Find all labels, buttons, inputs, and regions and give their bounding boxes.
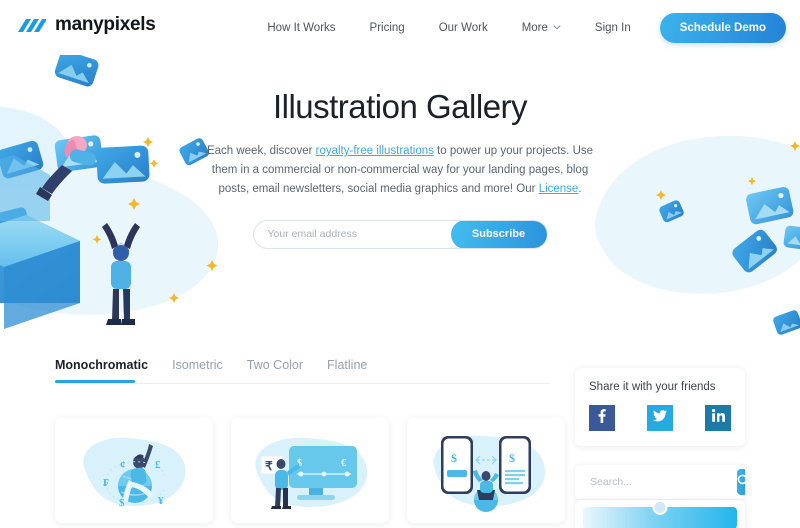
search-button[interactable]	[737, 469, 745, 495]
share-title: Share it with your friends	[589, 381, 716, 393]
nav-pricing[interactable]: Pricing	[353, 22, 422, 34]
hero-desc-part1: Each week, discover	[206, 145, 316, 157]
page-title: Illustration Gallery	[272, 88, 528, 125]
linkedin-share-button[interactable]	[705, 405, 731, 431]
search-panel	[575, 465, 745, 499]
linkedin-icon	[711, 409, 725, 427]
hero-section: Illustration Gallery Each week, discover…	[0, 55, 800, 340]
promo-avatar-dot	[652, 500, 668, 515]
symbol-pound: £	[155, 459, 161, 471]
share-panel: Share it with your friends	[575, 368, 745, 446]
main-navigation: How It Works Pricing Our Work More Sign …	[250, 0, 786, 55]
nav-more[interactable]: More	[505, 22, 578, 34]
facebook-icon	[598, 408, 606, 428]
svg-text:₹: ₹	[265, 459, 273, 473]
category-tabs: Monochromatic Isometric Two Color Flatli…	[55, 358, 555, 384]
site-header: manypixels How It Works Pricing Our Work…	[0, 0, 800, 55]
nav-more-label: More	[521, 21, 548, 34]
brand-name: manypixels	[55, 14, 156, 35]
nav-how-it-works[interactable]: How It Works	[250, 22, 352, 34]
symbol-dollar-left: $	[451, 451, 457, 465]
symbol-cent: ¢	[120, 459, 126, 471]
social-buttons	[589, 405, 731, 431]
tabs-list: Monochromatic Isometric Two Color Flatli…	[55, 358, 555, 383]
promo-gradient-bar	[583, 500, 737, 528]
schedule-demo-button[interactable]: Schedule Demo	[659, 12, 786, 43]
symbol-euro: €	[341, 458, 346, 469]
twitter-icon	[653, 409, 667, 427]
search-input[interactable]	[578, 476, 737, 488]
slash-bars-logo-icon	[14, 17, 46, 34]
license-link[interactable]: License	[539, 183, 579, 195]
subscribe-row: Subscribe	[190, 219, 610, 249]
symbol-franc: ₣	[103, 477, 109, 489]
illustration-money-transfer: $ $	[433, 435, 546, 512]
email-input[interactable]	[253, 220, 451, 248]
page-root: manypixels How It Works Pricing Our Work…	[0, 0, 800, 528]
brand-logo[interactable]: manypixels	[14, 14, 156, 36]
subscribe-form: Subscribe	[252, 219, 548, 249]
nav-sign-in[interactable]: Sign In	[578, 22, 648, 34]
tab-flatline[interactable]: Flatline	[327, 358, 381, 383]
card-currency-exchange-monitor[interactable]: $ € ₹	[231, 418, 389, 523]
promo-card[interactable]	[575, 500, 745, 528]
subscribe-button[interactable]: Subscribe	[450, 220, 547, 248]
twitter-share-button[interactable]	[647, 405, 673, 431]
nav-our-work[interactable]: Our Work	[422, 22, 505, 34]
card-currency-globe[interactable]: ₣ ¢ £ $ ¥	[55, 418, 213, 523]
tabs-divider	[55, 383, 550, 384]
chevron-down-icon	[553, 25, 561, 30]
facebook-share-button[interactable]	[589, 405, 615, 431]
royalty-free-link[interactable]: royalty-free illustrations	[316, 145, 434, 157]
tab-two-color[interactable]: Two Color	[247, 358, 317, 383]
hero-description: Each week, discover royalty-free illustr…	[190, 142, 610, 199]
illustration-currency-globe: ₣ ¢ £ $ ¥	[83, 437, 186, 509]
tab-isometric[interactable]: Isometric	[172, 358, 237, 383]
illustration-gallery: ₣ ¢ £ $ ¥ $ € ₹ $ $	[55, 418, 565, 523]
symbol-yen: ¥	[158, 495, 164, 507]
card-mobile-money-transfer[interactable]: $ $	[407, 418, 565, 523]
symbol-dollar: $	[119, 497, 125, 509]
sidebar: Share it with your friends	[575, 368, 745, 499]
hero-content: Illustration Gallery Each week, discover…	[190, 55, 610, 249]
illustration-exchange-monitor: $ € ₹	[255, 437, 368, 509]
magnifier-icon	[737, 474, 745, 490]
symbol-dollar-right: $	[509, 451, 515, 465]
tab-monochromatic[interactable]: Monochromatic	[55, 358, 162, 383]
hero-desc-part3: .	[578, 182, 582, 195]
